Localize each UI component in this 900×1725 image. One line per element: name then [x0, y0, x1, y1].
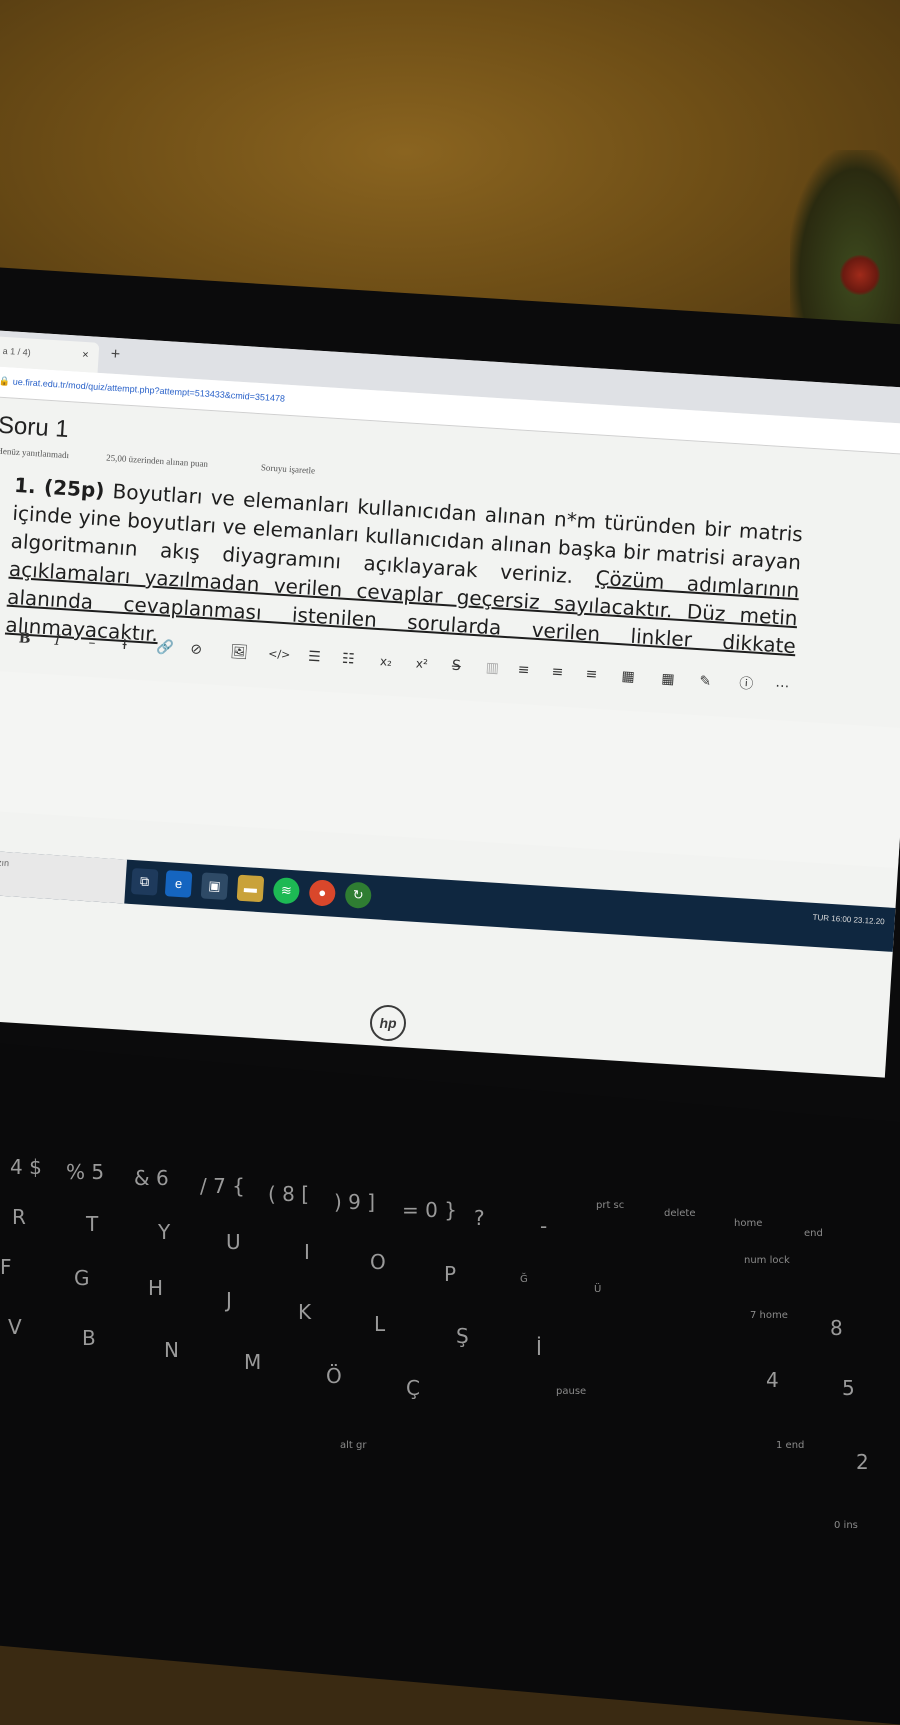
key: alt gr [340, 1440, 367, 1451]
key: % 5 [66, 1160, 105, 1184]
close-icon[interactable]: × [82, 349, 89, 361]
key: O [370, 1250, 386, 1274]
search-placeholder: uraya yazın [0, 855, 10, 869]
key: U [226, 1230, 241, 1254]
horizontal-rule-button[interactable]: – [88, 633, 96, 653]
chrome-icon[interactable]: ● [308, 879, 337, 907]
key: Y [158, 1220, 171, 1244]
hp-logo: hp [370, 1005, 406, 1041]
tray-language[interactable]: TUR [812, 913, 829, 923]
key: - [540, 1214, 548, 1238]
task-view-icon[interactable]: ⧉ [130, 868, 159, 896]
key: ( 8 [ [268, 1182, 310, 1206]
key: ? [474, 1206, 485, 1230]
align-center-icon[interactable]: ≡ [551, 662, 564, 683]
question-score: (25p) [43, 474, 106, 503]
plant-flower [840, 255, 880, 295]
windows-taskbar: uraya yazın ⧉ e ▣ ▬ ≋ ● ↻ TUR 16:00 23.1… [0, 848, 896, 952]
key: / 7 { [200, 1174, 245, 1198]
key: T [86, 1212, 99, 1236]
key: Ç [406, 1376, 420, 1400]
table-icon[interactable]: ▥ [485, 658, 499, 679]
key: I [304, 1240, 310, 1264]
key: R [12, 1205, 26, 1229]
calculator-icon[interactable]: ▦ [661, 669, 675, 690]
lock-icon: 🔒 [0, 375, 11, 387]
explorer-icon[interactable]: ▬ [236, 874, 265, 903]
align-left-icon[interactable]: ≡ [517, 660, 530, 681]
key: pause [556, 1386, 587, 1397]
question-status: Henüz yanıtlanmadı [0, 445, 70, 461]
key: L [374, 1312, 386, 1336]
superscript-button[interactable]: x² [415, 653, 428, 674]
unlink-icon[interactable]: ⊘ [190, 639, 203, 660]
tab-title: a 1 / 4) [2, 345, 31, 358]
info-icon[interactable]: ⓘ [739, 674, 754, 695]
key: B [82, 1326, 96, 1350]
key: 4 $ [10, 1155, 42, 1179]
key: M [244, 1350, 262, 1374]
spotify-icon[interactable]: ≋ [272, 876, 301, 905]
key: N [164, 1338, 179, 1362]
image-icon[interactable]: 🖼 [230, 642, 249, 663]
key: delete [664, 1208, 696, 1219]
key: Ş [456, 1324, 469, 1348]
text-cursor-icon[interactable]: Ɨ [122, 635, 127, 655]
key: Ü [594, 1284, 602, 1295]
key: 2 [856, 1450, 869, 1474]
tray-time[interactable]: 16:00 [831, 914, 852, 924]
key: 7 home [750, 1310, 788, 1321]
tray-date[interactable]: 23.12.20 [853, 915, 885, 926]
key: 8 [830, 1316, 843, 1340]
bold-button[interactable]: B [18, 628, 31, 649]
edge-icon[interactable]: e [164, 870, 193, 898]
key: V [8, 1315, 22, 1339]
key: Ö [326, 1364, 342, 1388]
key: num lock [744, 1255, 790, 1266]
numbered-list-icon[interactable]: ☷ [341, 649, 356, 670]
system-tray: TUR 16:00 23.12.20 [812, 913, 885, 927]
key: end [804, 1228, 823, 1239]
laptop-screen: a 1 / 4) × + 🔒 ue.firat.edu.tr/mod/quiz/… [0, 330, 900, 1078]
strikethrough-button[interactable]: S̶ [451, 656, 461, 677]
key: 0 ins [834, 1520, 858, 1531]
store-icon[interactable]: ▣ [200, 872, 229, 900]
key: 1 end [776, 1440, 805, 1451]
key: K [298, 1300, 312, 1324]
edit-icon[interactable]: ✎ [699, 671, 712, 692]
app-icon[interactable]: ↻ [344, 881, 373, 910]
key: ) 9 ] [334, 1190, 376, 1214]
more-icon[interactable]: ⋯ [775, 676, 790, 697]
code-icon[interactable]: </> [268, 644, 291, 665]
subscript-button[interactable]: x₂ [379, 651, 393, 672]
key: Ğ [520, 1274, 528, 1285]
key: 5 [842, 1376, 855, 1400]
align-right-icon[interactable]: ≡ [585, 664, 598, 685]
key: home [734, 1218, 763, 1229]
question-number: 1. [13, 472, 37, 499]
key: H [148, 1276, 164, 1300]
key: J [226, 1288, 232, 1312]
flag-question-link[interactable]: Soruyu işaretle [261, 462, 316, 475]
question-points: 25,00 üzerinden alınan puan [105, 452, 209, 469]
italic-button[interactable]: I [54, 631, 61, 651]
key: İ [536, 1336, 542, 1360]
key: = 0 } [402, 1198, 457, 1222]
key: G [74, 1266, 90, 1290]
taskbar-search[interactable]: uraya yazın [0, 848, 128, 904]
link-icon[interactable]: 🔗 [156, 637, 175, 658]
bullet-list-icon[interactable]: ☰ [307, 647, 322, 668]
key: F [0, 1255, 12, 1279]
key: prt sc [596, 1200, 625, 1211]
key: P [444, 1262, 457, 1286]
key: & 6 [134, 1166, 169, 1190]
key: 4 [766, 1368, 779, 1392]
insert-table-icon[interactable]: ▦ [621, 666, 635, 687]
new-tab-button[interactable]: + [110, 346, 120, 365]
keyboard-deck [0, 1040, 900, 1725]
